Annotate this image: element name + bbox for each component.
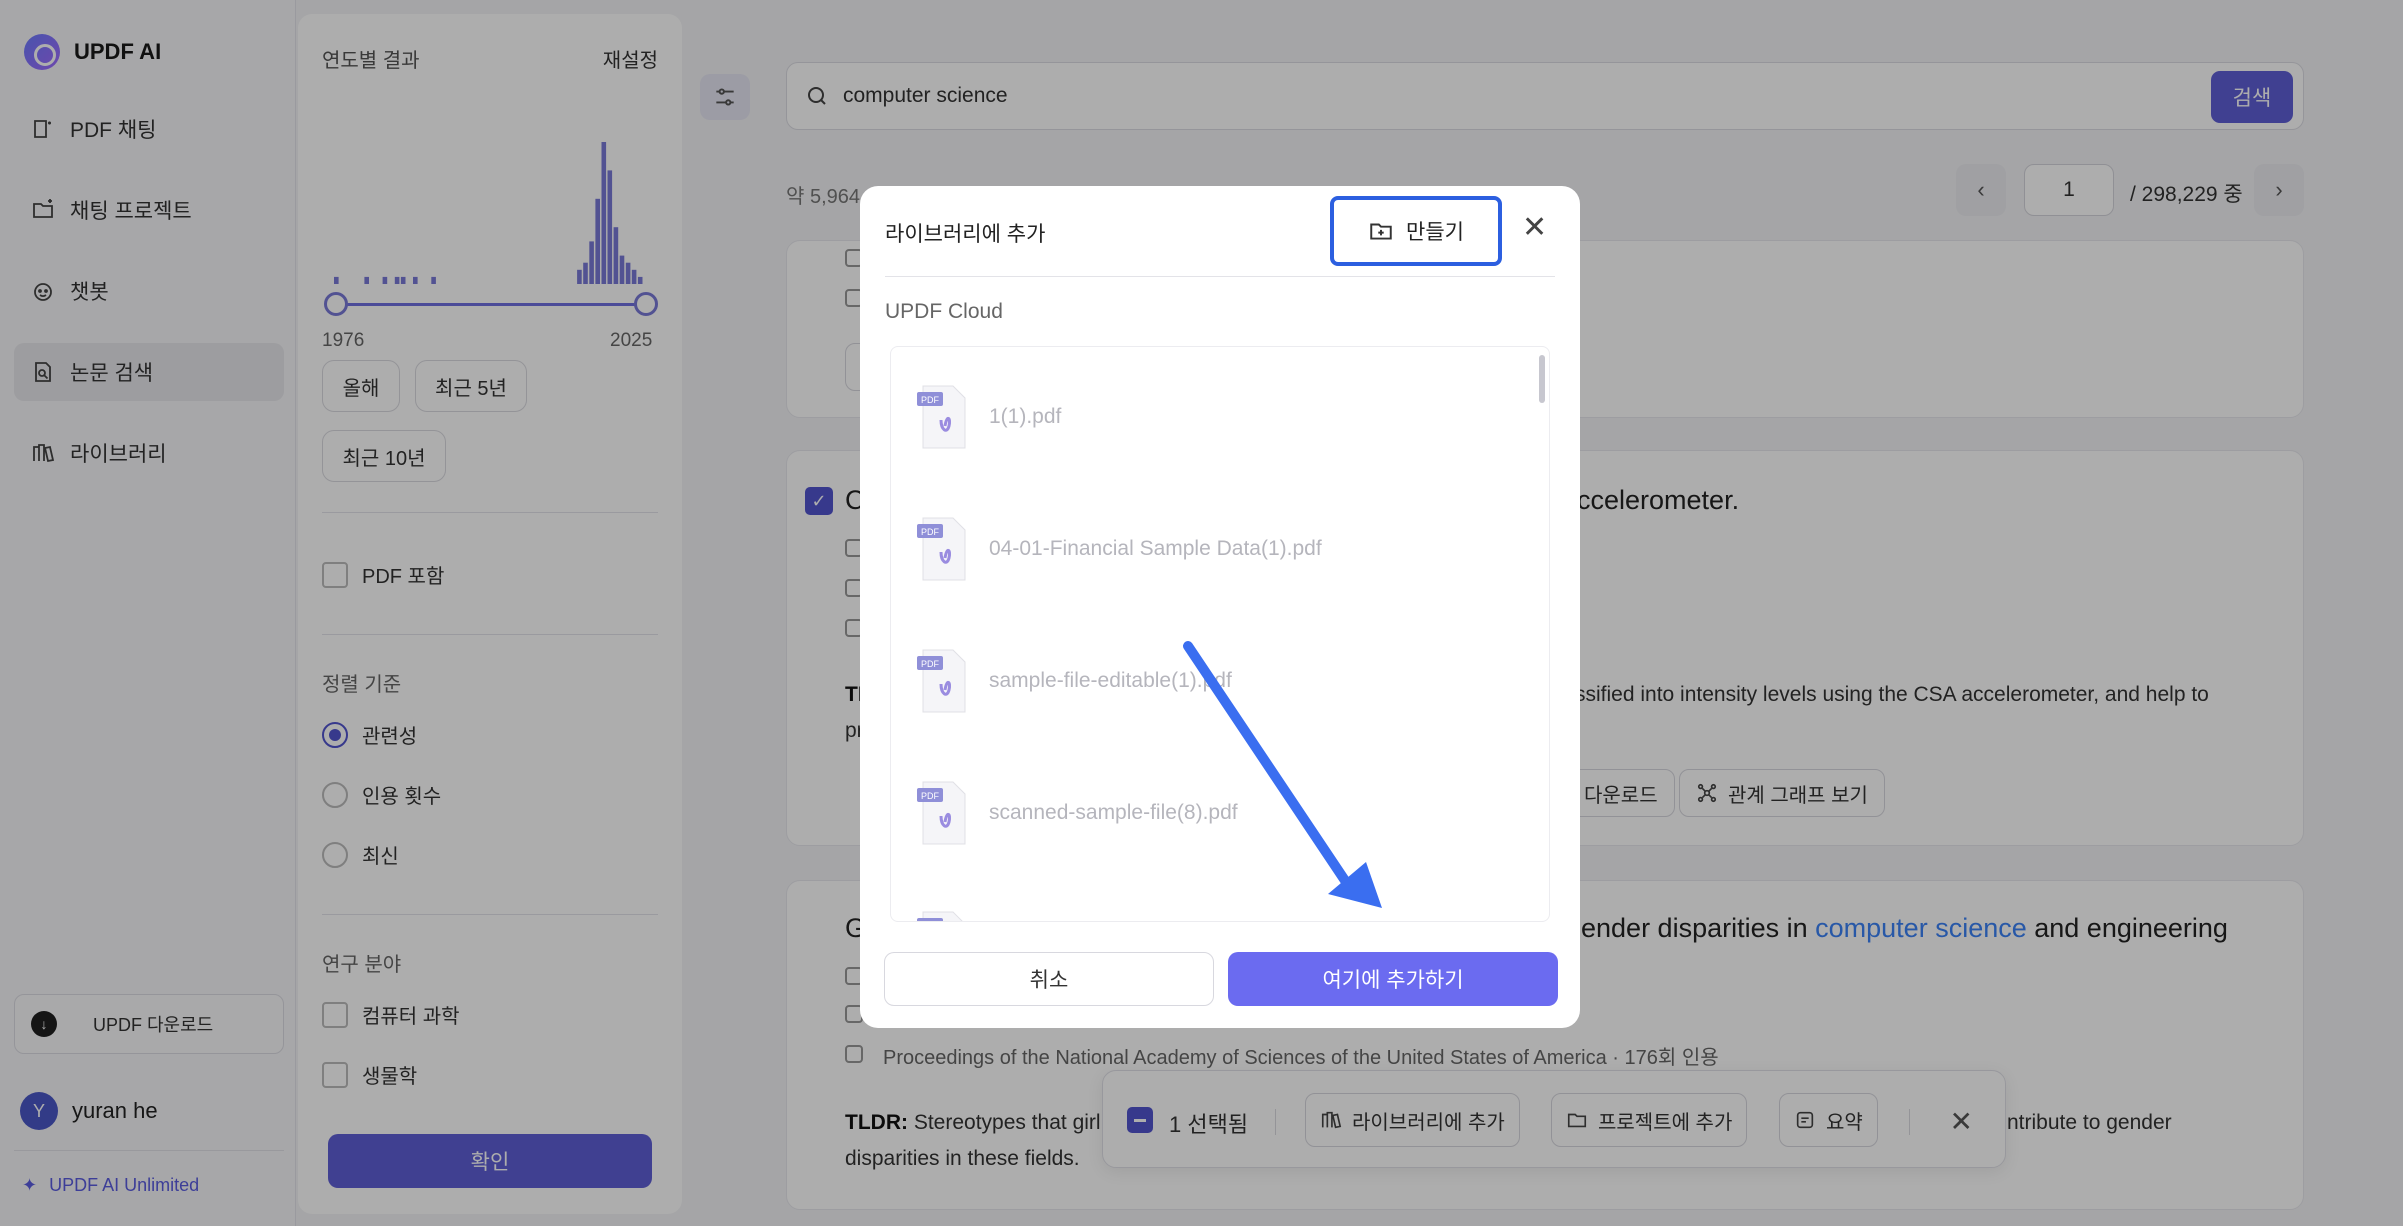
svg-text:PDF: PDF	[921, 395, 940, 405]
folder-plus-icon	[1370, 223, 1392, 240]
list-item[interactable]	[915, 903, 971, 921]
list-item[interactable]: PDF 04-01-Financial Sample Data(1).pdf	[915, 509, 1322, 589]
dialog-title: 라이브러리에 추가	[885, 223, 1046, 246]
pdf-file-icon: PDF	[917, 649, 966, 713]
add-here-button[interactable]: 여기에 추가하기	[1228, 952, 1558, 1006]
svg-text:PDF: PDF	[921, 659, 940, 669]
scrollbar[interactable]	[1539, 355, 1545, 403]
svg-text:PDF: PDF	[921, 791, 940, 801]
pdf-file-icon: PDF	[917, 781, 966, 845]
annotation-arrow-icon	[1183, 641, 1382, 908]
create-label: 만들기	[1406, 221, 1464, 244]
close-dialog-icon[interactable]: ✕	[1522, 210, 1547, 245]
cloud-section-title: UPDF Cloud	[885, 300, 1003, 323]
pdf-file-icon: PDF	[917, 385, 966, 449]
pdf-file-icon	[917, 911, 963, 921]
create-folder-button[interactable]: 만들기	[1330, 196, 1502, 266]
list-item[interactable]: PDF 1(1).pdf	[915, 377, 1061, 457]
dialog-divider	[885, 276, 1555, 277]
pdf-file-icon: PDF	[917, 517, 966, 581]
file-name: 1(1).pdf	[989, 405, 1062, 428]
file-name: 04-01-Financial Sample Data(1).pdf	[989, 537, 1322, 560]
svg-text:PDF: PDF	[921, 527, 940, 537]
cancel-button[interactable]: 취소	[884, 952, 1214, 1006]
